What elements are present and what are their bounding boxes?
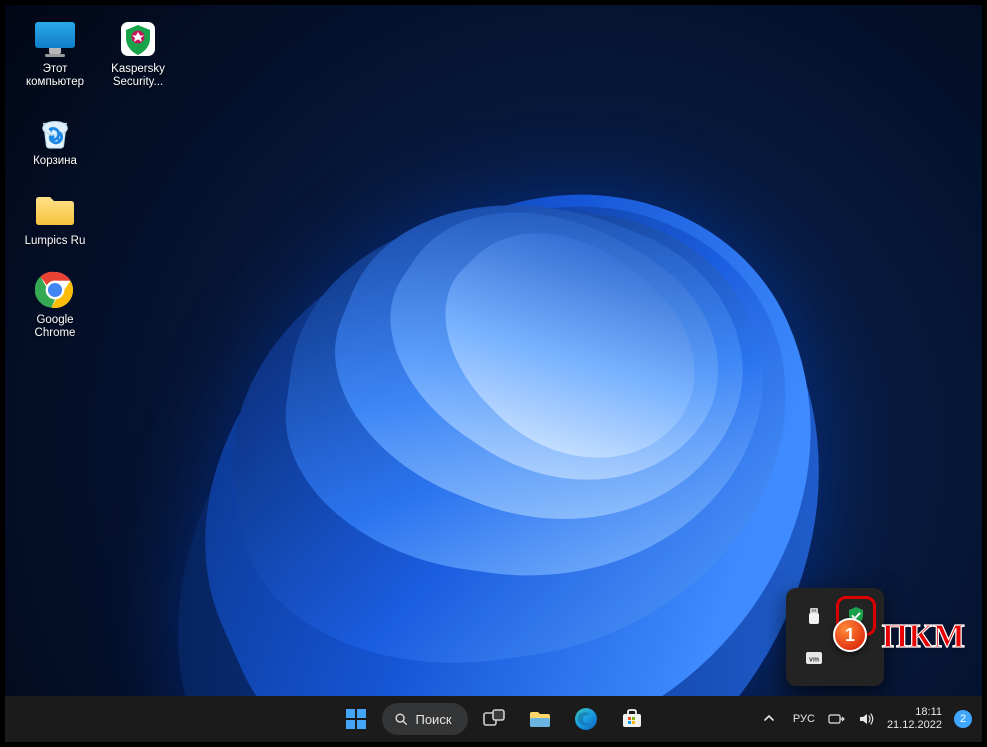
network-button[interactable] <box>827 710 845 728</box>
notification-center-button[interactable]: 2 <box>954 710 972 728</box>
system-tray: РУС 18:11 21.12.2022 2 <box>757 706 972 733</box>
network-icon <box>827 710 845 728</box>
volume-button[interactable] <box>857 710 875 728</box>
desktop-icon-grid-col2: Kaspersky Security... <box>100 17 176 89</box>
start-button[interactable] <box>335 699 375 739</box>
svg-text:vm: vm <box>809 657 819 664</box>
desktop-icon-label: Этот компьютер <box>26 63 84 89</box>
clock-button[interactable]: 18:11 21.12.2022 <box>887 706 942 732</box>
chrome-icon <box>33 268 77 312</box>
taskbar-search[interactable]: Поиск <box>381 703 467 735</box>
annotation-step-badge: 1 <box>833 618 867 652</box>
taskbar: Поиск РУС <box>5 696 982 742</box>
annotation-step-number: 1 <box>845 625 855 646</box>
task-view-icon <box>481 706 507 732</box>
taskbar-pin-store[interactable] <box>612 699 652 739</box>
file-explorer-icon <box>527 706 553 732</box>
notification-count: 2 <box>960 713 966 725</box>
language-indicator[interactable]: РУС <box>793 713 815 725</box>
folder-icon <box>33 189 77 233</box>
taskbar-pin-edge[interactable] <box>566 699 606 739</box>
annotation-label: ПКМ <box>882 618 965 656</box>
search-icon <box>393 712 407 726</box>
desktop-screen: Этот компьютер Корзина Lumpics Ru Google… <box>5 5 982 742</box>
vmware-icon: vm <box>804 648 824 668</box>
search-label: Поиск <box>415 712 451 727</box>
edge-icon <box>573 706 599 732</box>
monitor-icon <box>33 17 77 61</box>
clock-time: 18:11 <box>887 706 942 719</box>
task-view-button[interactable] <box>474 699 514 739</box>
desktop-icon-label: Lumpics Ru <box>25 235 86 248</box>
tray-item-usb[interactable] <box>796 598 832 634</box>
desktop-icon-kaspersky[interactable]: Kaspersky Security... <box>100 17 176 89</box>
volume-icon <box>857 710 875 728</box>
taskbar-center: Поиск <box>335 699 651 739</box>
desktop-icon-folder-lumpics[interactable]: Lumpics Ru <box>17 189 93 248</box>
desktop-icon-label: Корзина <box>33 155 77 168</box>
clock-date: 21.12.2022 <box>887 719 942 732</box>
desktop-icon-label: Google Chrome <box>35 314 76 340</box>
desktop-icon-grid: Этот компьютер Корзина Lumpics Ru Google… <box>17 17 93 340</box>
ms-store-icon <box>619 706 645 732</box>
tray-overflow-button[interactable] <box>757 706 781 733</box>
tray-item-vmware[interactable]: vm <box>796 640 832 676</box>
usb-icon <box>804 606 824 626</box>
desktop-icon-this-pc[interactable]: Этот компьютер <box>17 17 93 89</box>
taskbar-pin-explorer[interactable] <box>520 699 560 739</box>
windows-logo-icon <box>345 709 365 729</box>
desktop-icon-recycle-bin[interactable]: Корзина <box>17 109 93 168</box>
kaspersky-icon <box>116 17 160 61</box>
desktop-icon-label: Kaspersky Security... <box>111 63 165 89</box>
recycle-bin-icon <box>33 109 77 153</box>
desktop-icon-chrome[interactable]: Google Chrome <box>17 268 93 340</box>
chevron-up-icon <box>763 712 775 724</box>
